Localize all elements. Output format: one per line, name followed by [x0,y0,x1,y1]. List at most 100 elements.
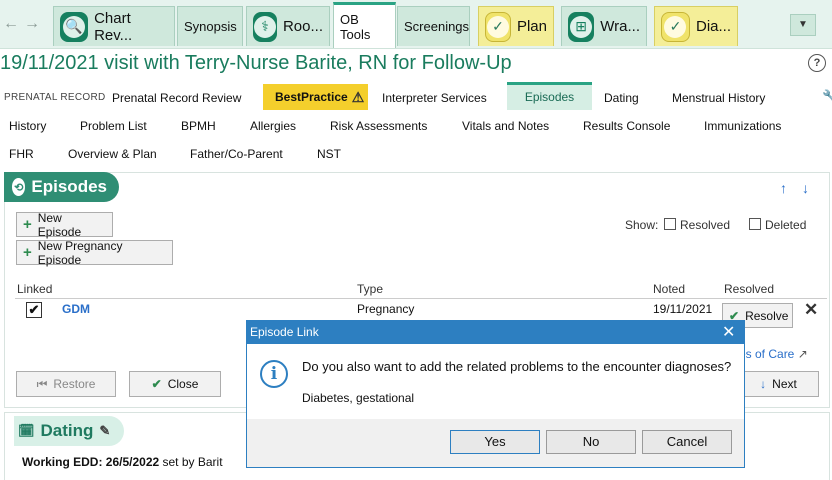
new-pregnancy-episode-button[interactable]: + New Pregnancy Episode [16,238,173,267]
nav-risk-assessments[interactable]: Risk Assessments [330,119,427,133]
arrow-up-icon[interactable]: ↑ [780,180,787,196]
restore-button[interactable]: ⏮ Restore [16,371,116,397]
tab-label: Dia... [695,18,731,35]
plus-icon: + [23,244,32,261]
close-button[interactable]: ✔ Close [129,371,221,397]
episodes-heading: ⟲ Episodes [4,172,119,202]
nav-immunizations[interactable]: Immunizations [704,119,781,133]
arrow-down-icon: ↓ [760,377,767,391]
tab-label: Chart Rev... [94,9,133,44]
working-edd: Working EDD: 26/5/2022 set by Barit [22,455,223,469]
tab-synopsis[interactable]: Synopsis [177,6,243,46]
restore-icon: ⏮ [36,376,48,391]
forward-arrow-icon[interactable]: → [22,12,42,36]
dialog-body [247,344,744,419]
next-button[interactable]: ↓ Next [738,371,819,397]
column-header-noted: Noted [653,282,686,296]
nav-history[interactable]: History [9,119,46,133]
warning-icon: ⚠ [351,88,365,105]
deleted-checkbox[interactable] [749,218,761,230]
dating-heading: 🗓 Dating ✎ [14,416,125,446]
dialog-title: Episode Link [250,325,319,339]
nav-bestpractice[interactable]: BestPractice ⚠ [263,84,368,110]
tab-wrap-up[interactable]: ⊞ Wra... [561,6,647,46]
show-label: Show: [625,218,659,232]
calendar-icon: 🗓 [18,423,35,438]
resolved-filter-label: Resolved [680,218,731,232]
tab-label: Synopsis [184,19,237,34]
episode-name-link[interactable]: GDM [62,302,90,316]
button-label: Close [167,377,199,391]
tab-chart-review[interactable]: 🔍 Chart Rev... [53,6,175,46]
episodes-heading-label: Episodes [31,177,107,196]
nav-bpmh[interactable]: BPMH [181,119,216,133]
edd-value: Working EDD: 26/5/2022 [22,455,160,469]
arrow-down-icon[interactable]: ↓ [802,180,809,196]
delete-x-icon[interactable]: ✕ [804,300,818,320]
new-episode-button[interactable]: + New Episode [16,210,113,239]
nav-menstrual-history[interactable]: Menstrual History [672,91,765,105]
stethoscope-icon: ⚕ [253,11,277,42]
button-label: New Episode [37,210,82,239]
dialog-title-bar: Episode Link ✕ [246,320,745,344]
link-label: es of Care [739,347,795,361]
button-label: Resolve [745,308,789,323]
cancel-button[interactable]: Cancel [642,430,732,454]
column-header-type: Type [357,282,384,296]
pencil-icon[interactable]: ✎ [99,423,110,439]
column-header-linked: Linked [17,282,53,296]
nav-fhr[interactable]: FHR [9,147,34,161]
tab-label: Plan [516,18,547,35]
linked-checkbox[interactable]: ✔ [26,302,42,318]
tab-rooming[interactable]: ⚕ Roo... [246,6,330,46]
tab-screenings[interactable]: Screenings [397,6,470,46]
chevron-down-icon[interactable]: ▼ [790,14,816,36]
checkmark-icon: ✔ [151,377,162,391]
back-arrow-icon[interactable]: ← [1,12,21,36]
tab-label: OB Tools [340,11,371,42]
button-label: Next [772,377,797,391]
dating-heading-label: Dating [40,421,94,440]
page-title: 19/11/2021 visit with Terry-Nurse Barite… [0,52,512,74]
nav-interpreter-services[interactable]: Interpreter Services [382,91,487,105]
nav-overview-plan[interactable]: Overview & Plan [68,147,157,161]
help-icon[interactable]: ? [808,54,826,72]
nav-results-console[interactable]: Results Console [583,119,670,133]
dialog-question: Do you also want to add the related prob… [302,359,732,374]
nav-dating[interactable]: Dating [604,91,639,105]
dialog-detail: Diabetes, gestational [302,391,415,405]
deleted-filter-label: Deleted [765,218,807,232]
nav-episodes[interactable]: Episodes [507,82,592,110]
nav-label: BestPractice [275,90,348,104]
nav-prenatal-record-review[interactable]: Prenatal Record Review [112,91,241,105]
resolved-checkbox[interactable] [664,218,676,230]
tab-label: Wra... [600,18,640,35]
nav-problem-list[interactable]: Problem List [80,119,147,133]
yes-button[interactable]: Yes [450,430,540,454]
edd-setter: set by Barit [159,455,223,469]
episodes-icon: ⟲ [12,178,26,196]
prenatal-record-label: PRENATAL RECORD [4,92,106,103]
episode-noted-date: 19/11/2021 [653,302,713,316]
nav-father-co-parent[interactable]: Father/Co-Parent [190,147,283,161]
nav-nst[interactable]: NST [317,147,341,161]
magnifier-chart-icon: 🔍 [60,11,89,42]
button-label: Restore [53,377,96,391]
wrench-icon[interactable]: 🔧 [822,89,832,105]
episodes-of-care-link[interactable]: es of Care ↗ [739,347,808,361]
clipboard-icon: ✓ [485,11,511,42]
info-icon: i [260,360,288,388]
nav-allergies[interactable]: Allergies [250,119,296,133]
tab-ob-tools[interactable]: OB Tools [333,2,396,48]
no-button[interactable]: No [546,430,636,454]
divider [15,298,827,299]
tab-diagnoses[interactable]: ✓ Dia... [654,6,738,46]
close-icon[interactable]: ✕ [722,322,735,342]
nav-vitals-and-notes[interactable]: Vitals and Notes [462,119,549,133]
tab-plan[interactable]: ✓ Plan [478,6,554,46]
grid-icon: ⊞ [568,11,595,42]
episode-type: Pregnancy [357,302,415,316]
button-label: New Pregnancy Episode [37,238,123,267]
column-header-resolved: Resolved [724,282,775,296]
tab-label: Roo... [282,18,323,35]
